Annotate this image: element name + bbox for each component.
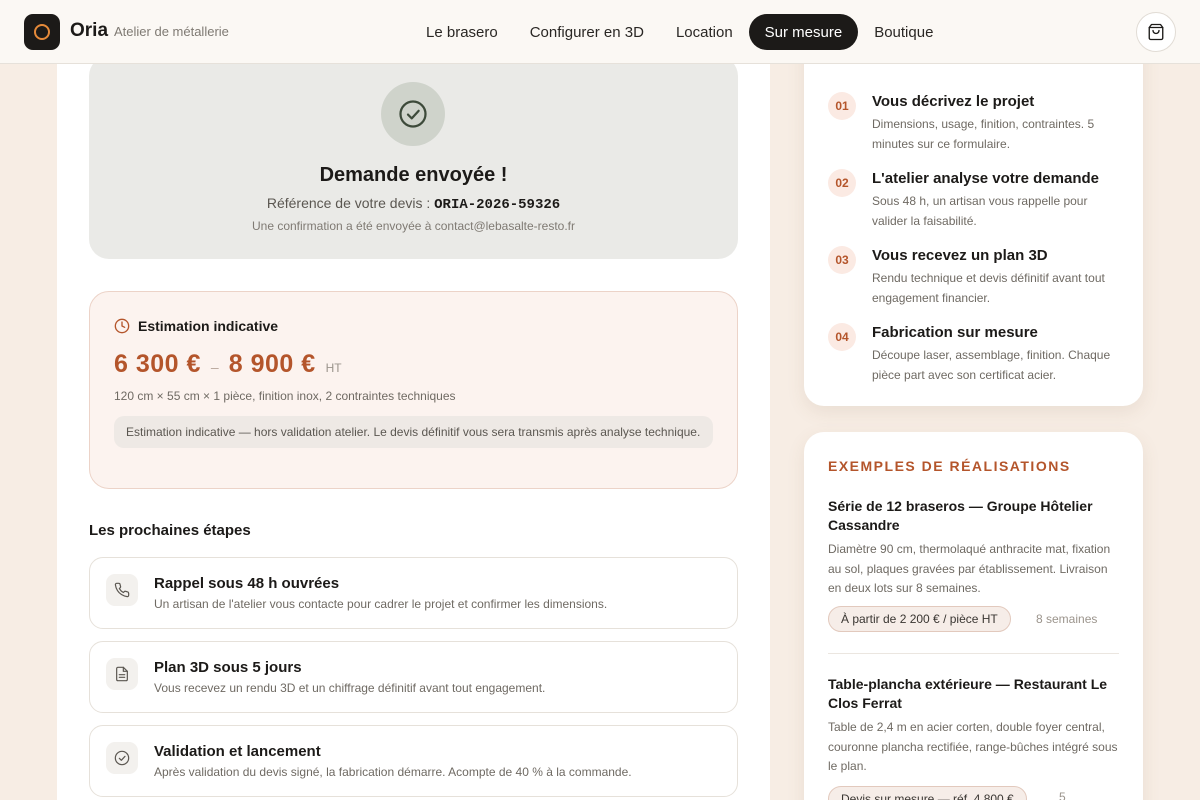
- nav-configurer-3d[interactable]: Configurer en 3D: [514, 14, 660, 50]
- step-title: Rappel sous 48 h ouvrées: [154, 575, 340, 592]
- check-circle-icon: [114, 750, 130, 766]
- example-price-badge: À partir de 2 200 € / pièce HT: [828, 606, 1011, 632]
- step-description: Vous recevez un rendu 3D et un chiffrage…: [154, 681, 546, 695]
- example-title[interactable]: Table-plancha extérieure — Restaurant Le…: [828, 675, 1124, 713]
- process-step-number: 02: [828, 169, 856, 197]
- step-description: Un artisan de l'atelier vous contacte po…: [154, 597, 608, 611]
- confirmation-title: Demande envoyée !: [319, 164, 508, 186]
- step-icon-box: [106, 574, 138, 606]
- main-nav: Le brasero Configurer en 3D Location Sur…: [410, 14, 949, 50]
- estimate-disclaimer: Estimation indicative — hors validation …: [114, 416, 713, 448]
- cart-button[interactable]: [1136, 12, 1176, 52]
- step-icon-box: [106, 658, 138, 690]
- process-step-description: Dimensions, usage, finition, contraintes…: [872, 117, 1095, 151]
- brand-logo[interactable]: [24, 14, 60, 50]
- document-icon: [116, 666, 128, 682]
- nav-sur-mesure[interactable]: Sur mesure: [748, 14, 859, 50]
- estimate-min: 6 300 €: [114, 350, 201, 378]
- nav-location[interactable]: Location: [660, 14, 749, 50]
- estimate-max: 8 900 €: [228, 350, 316, 378]
- example-description: Diamètre 90 cm, thermolaqué anthracite m…: [828, 542, 1111, 595]
- brand-subtitle: Atelier de métallerie: [114, 24, 229, 39]
- nav-boutique[interactable]: Boutique: [858, 14, 949, 50]
- process-step-number: 01: [828, 92, 856, 120]
- phone-icon: [114, 582, 130, 598]
- estimate-card: Estimation indicative 6 300 € – 8 900 € …: [89, 291, 738, 489]
- examples-divider: [828, 653, 1119, 654]
- check-circle-icon: [399, 100, 427, 128]
- confirmation-card: Demande envoyée ! Référence de votre dev…: [89, 56, 738, 259]
- estimate-specs: 120 cm × 55 cm × 1 pièce, finition inox,…: [114, 389, 456, 403]
- example-duration: 5: [1059, 790, 1066, 800]
- estimate-separator: –: [210, 359, 219, 375]
- site-header: Oria Atelier de métallerie Le brasero Co…: [0, 0, 1200, 64]
- step-description: Après validation du devis signé, la fabr…: [154, 765, 632, 779]
- confirmation-email-text: Une confirmation a été envoyée à contact…: [251, 219, 576, 233]
- example-duration: 8 semaines: [1036, 612, 1098, 626]
- next-step-item: Rappel sous 48 h ouvrées Un artisan de l…: [89, 557, 738, 629]
- estimate-tax-label: HT: [325, 361, 342, 375]
- process-step-title: L'atelier analyse votre demande: [872, 170, 1099, 187]
- step-title: Plan 3D sous 5 jours: [154, 659, 302, 676]
- process-step-description: Découpe laser, assemblage, finition. Cha…: [872, 348, 1111, 382]
- brand-name[interactable]: Oria: [70, 20, 108, 42]
- clock-icon: [114, 318, 130, 334]
- estimate-heading-label: Estimation indicative: [138, 318, 279, 334]
- process-step-number: 04: [828, 323, 856, 351]
- process-step-title: Vous décrivez le projet: [872, 93, 1035, 110]
- examples-card: EXEMPLES DE RÉALISATIONS Série de 12 bra…: [804, 432, 1143, 800]
- step-icon-box: [106, 742, 138, 774]
- example-description: Table de 2,4 m en acier corten, double f…: [828, 720, 1118, 773]
- step-title: Validation et lancement: [154, 743, 321, 760]
- process-step-description: Rendu technique et devis définitif avant…: [872, 271, 1105, 305]
- nav-le-brasero[interactable]: Le brasero: [410, 14, 514, 50]
- estimate-heading: Estimation indicative: [114, 318, 278, 334]
- quote-reference-label: Référence de votre devis :: [266, 195, 431, 211]
- estimate-range: 6 300 € – 8 900 € HT: [114, 350, 342, 379]
- process-step-title: Fabrication sur mesure: [872, 324, 1038, 341]
- examples-heading: EXEMPLES DE RÉALISATIONS: [828, 458, 1071, 474]
- quote-reference-code: ORIA-2026-59326: [434, 197, 561, 213]
- next-step-item: Plan 3D sous 5 jours Vous recevez un ren…: [89, 641, 738, 713]
- next-steps-title: Les prochaines étapes: [89, 522, 251, 539]
- next-step-item: Validation et lancement Après validation…: [89, 725, 738, 797]
- quote-reference: Référence de votre devis : ORIA-2026-593…: [89, 195, 738, 213]
- process-step-number: 03: [828, 246, 856, 274]
- success-badge: [381, 82, 445, 146]
- process-step-title: Vous recevez un plan 3D: [872, 247, 1048, 264]
- process-step-description: Sous 48 h, un artisan vous rappelle pour…: [872, 194, 1088, 228]
- example-title[interactable]: Série de 12 braseros — Groupe Hôtelier C…: [828, 497, 1124, 535]
- process-card: 01 Vous décrivez le projet Dimensions, u…: [804, 30, 1143, 406]
- logo-ring-icon: [34, 24, 50, 40]
- example-price-badge: Devis sur mesure — réf. 4 800 €: [828, 786, 1027, 800]
- shopping-bag-icon: [1148, 23, 1164, 41]
